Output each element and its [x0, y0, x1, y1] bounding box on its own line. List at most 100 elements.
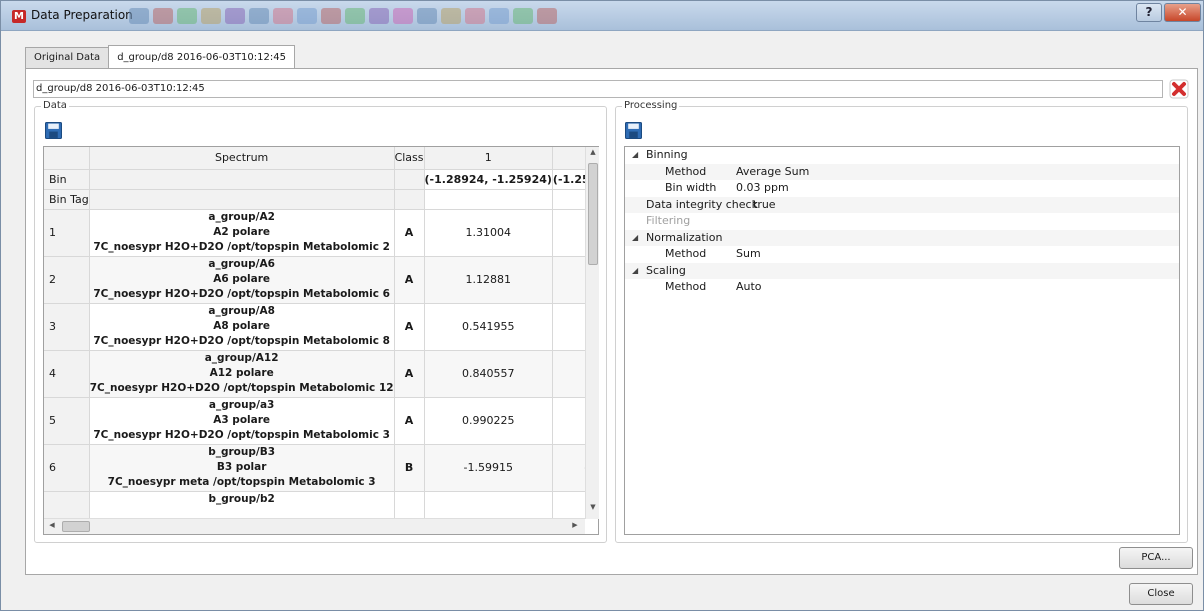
row-index[interactable]: 2 [44, 256, 90, 304]
table-cell[interactable] [424, 189, 553, 210]
tab-d8[interactable]: d_group/d8 2016-06-03T10:12:45 [108, 45, 295, 68]
toolbar-glyph-icon [249, 8, 269, 24]
tree-row[interactable]: Method Auto [625, 279, 1179, 296]
row-index[interactable]: 4 [44, 350, 90, 398]
value-cell[interactable]: -1.59915 [424, 444, 553, 492]
tree-key: Scaling [646, 263, 686, 277]
spectrum-line: 7C_noesypr H2O+D2O /opt/topspin Metabolo… [93, 241, 390, 253]
close-button[interactable]: Close [1129, 583, 1193, 605]
vertical-scroll-thumb[interactable] [588, 163, 598, 265]
save-processing-icon[interactable] [625, 122, 642, 139]
row-index[interactable]: 3 [44, 303, 90, 351]
bin-row-header: Bin [44, 169, 90, 190]
tree-key: Filtering [646, 214, 691, 227]
class-cell[interactable]: A [394, 209, 425, 257]
window-title: Data Preparation [31, 8, 133, 22]
tree-row[interactable]: Filtering [625, 213, 1179, 230]
row-index[interactable]: 5 [44, 397, 90, 445]
table-row[interactable]: 2 a_group/A6 A6 polare 7C_noesypr H2O+D2O /… [44, 256, 598, 304]
bin-interval-1[interactable]: (-1.28924, -1.25924) [424, 169, 553, 190]
spectrum-cell[interactable]: a_group/a3 A3 polare 7C_noesypr H2O+D2O /o… [89, 397, 395, 445]
row-index[interactable]: 6 [44, 444, 90, 492]
vertical-scrollbar[interactable]: ▲ ▼ [585, 147, 599, 519]
spectrum-cell[interactable]: b_group/B3 B3 polar 7C_noesypr meta /opt/t… [89, 444, 395, 492]
tab-original-data[interactable]: Original Data [25, 47, 110, 68]
value-cell[interactable]: 1.31004 [424, 209, 553, 257]
expand-triangle-icon[interactable]: ◢ [632, 230, 638, 247]
toolbar-glyph-icon [321, 8, 341, 24]
tree-key: Method [665, 247, 707, 260]
data-group-title: Data [41, 100, 69, 111]
pca-button[interactable]: PCA... [1119, 547, 1193, 569]
spectrum-cell[interactable]: a_group/A12 A12 polare 7C_noesypr H2O+D2O … [89, 350, 395, 398]
processing-tree[interactable]: ◢ Binning Method Average Sum Bin width 0.03 p… [624, 146, 1180, 535]
spectrum-line: A12 polare [209, 367, 274, 379]
scroll-down-arrow-icon[interactable]: ▼ [586, 503, 600, 511]
tree-row[interactable]: ◢ Scaling [625, 262, 1179, 280]
col-header-1[interactable]: 1 [424, 147, 553, 170]
data-grid: Spectrum Class 1 2 Bin (-1.28924, -1.259… [44, 147, 598, 534]
tree-value: Average Sum [736, 164, 810, 178]
spectrum-path-field[interactable]: d_group/d8 2016-06-03T10:12:45 [33, 80, 1163, 98]
table-row[interactable]: 5 a_group/a3 A3 polare 7C_noesypr H2O+D2O /… [44, 397, 598, 445]
class-cell[interactable]: A [394, 397, 425, 445]
value-cell[interactable]: 1.12881 [424, 256, 553, 304]
table-row[interactable]: 1 a_group/A2 A2 polare 7C_noesypr H2O+D2O /… [44, 209, 598, 257]
spectrum-line: A3 polare [213, 414, 271, 426]
tree-row[interactable]: ◢ Binning [625, 147, 1179, 164]
bin-tag-row: Bin Tag [44, 189, 598, 210]
tree-row[interactable]: Method Sum [625, 246, 1179, 263]
tree-value: true [753, 197, 776, 211]
value-cell[interactable]: 0.840557 [424, 350, 553, 398]
row-index[interactable]: 1 [44, 209, 90, 257]
toolbar-glyph-icon [513, 8, 533, 24]
value-cell[interactable]: 0.990225 [424, 397, 553, 445]
toolbar-glyph-icon [297, 8, 317, 24]
horizontal-scroll-thumb[interactable] [62, 521, 90, 532]
delete-icon[interactable] [1169, 79, 1189, 99]
toolbar-glyph-icon [417, 8, 437, 24]
toolbar-glyph-icon [345, 8, 365, 24]
spectrum-line: b_group/b2 [208, 492, 275, 505]
horizontal-scrollbar[interactable]: ◀ ▶ [44, 518, 585, 534]
table-cell [394, 189, 425, 210]
tree-value: Auto [736, 280, 762, 293]
spectrum-line: a_group/A8 [208, 305, 275, 317]
processing-group-title: Processing [622, 100, 680, 111]
save-data-icon[interactable] [45, 122, 62, 139]
table-row[interactable]: 6 b_group/B3 B3 polar 7C_noesypr meta /opt/… [44, 444, 598, 492]
bin-tag-row-header: Bin Tag [44, 189, 90, 210]
toolbar-glyph-icon [489, 8, 509, 24]
class-cell[interactable]: A [394, 350, 425, 398]
spectra-table[interactable]: Spectrum Class 1 2 Bin (-1.28924, -1.259… [43, 146, 599, 535]
spectrum-cell[interactable]: a_group/A6 A6 polare 7C_noesypr H2O+D2O /o… [89, 256, 395, 304]
spectrum-line: a_group/a3 [208, 399, 275, 411]
col-header-class[interactable]: Class [394, 147, 425, 170]
tree-row[interactable]: Bin width 0.03 ppm [625, 180, 1179, 197]
table-row[interactable]: 4 a_group/A12 A12 polare 7C_noesypr H2O+D2O… [44, 350, 598, 398]
class-cell[interactable]: B [394, 444, 425, 492]
spectrum-line: A2 polare [213, 226, 271, 238]
tree-row[interactable]: ◢ Normalization [625, 229, 1179, 247]
tree-row[interactable]: Data integrity check true [625, 196, 1179, 213]
title-bar[interactable]: M Data Preparation ? ✕ [1, 1, 1203, 31]
class-cell[interactable]: A [394, 256, 425, 304]
col-header-spectrum[interactable]: Spectrum [89, 147, 395, 170]
expand-triangle-icon[interactable]: ◢ [632, 147, 638, 164]
tree-key: Method [665, 280, 707, 293]
scroll-up-arrow-icon[interactable]: ▲ [586, 148, 600, 156]
class-cell[interactable]: A [394, 303, 425, 351]
window-close-button[interactable]: ✕ [1164, 3, 1201, 22]
help-button[interactable]: ? [1136, 3, 1162, 22]
value-cell[interactable]: 0.541955 [424, 303, 553, 351]
tree-key: Normalization [646, 230, 723, 244]
spectrum-line: B3 polar [216, 461, 267, 473]
expand-triangle-icon[interactable]: ◢ [632, 263, 638, 280]
scroll-left-arrow-icon[interactable]: ◀ [45, 521, 59, 529]
tree-row[interactable]: Method Average Sum [625, 163, 1179, 180]
table-row[interactable]: 3 a_group/A8 A8 polare 7C_noesypr H2O+D2O /… [44, 303, 598, 351]
spectrum-cell[interactable]: a_group/A2 A2 polare 7C_noesypr H2O+D2O /o… [89, 209, 395, 257]
scroll-right-arrow-icon[interactable]: ▶ [568, 521, 582, 529]
spectrum-cell[interactable]: a_group/A8 A8 polare 7C_noesypr H2O+D2O /o… [89, 303, 395, 351]
spectrum-line: 7C_noesypr H2O+D2O /opt/topspin Metabolo… [93, 335, 390, 347]
